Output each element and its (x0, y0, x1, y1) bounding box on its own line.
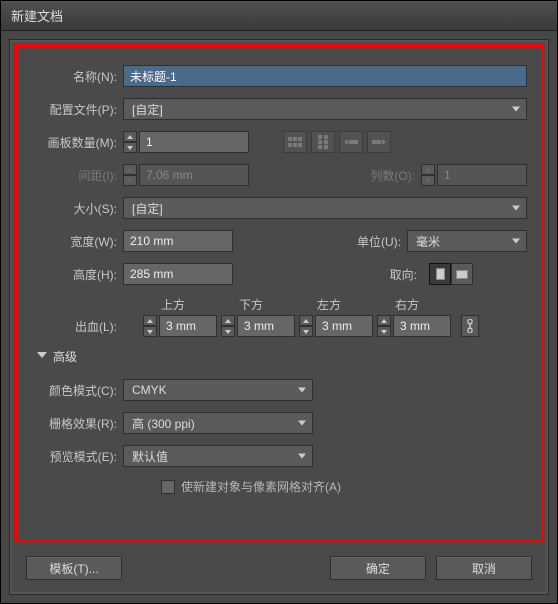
bleed-left-stepper[interactable] (299, 315, 313, 337)
arrange-grid-row-icon (283, 131, 307, 153)
highlighted-region: 名称(N): 未标题-1 配置文件(P): [自定] 画板数量(M): 1 (14, 44, 544, 542)
bleed-right-stepper[interactable] (377, 315, 391, 337)
new-document-dialog: 新建文档 名称(N): 未标题-1 配置文件(P): [自定] 画板数量(M): (0, 0, 558, 604)
cols-label: 列数(O): (351, 167, 421, 184)
bleed-bottom-input[interactable]: 3 mm (237, 315, 295, 337)
bleed-top-input[interactable]: 3 mm (159, 315, 217, 337)
landscape-icon (456, 270, 468, 279)
ok-button[interactable]: 确定 (330, 556, 426, 580)
spacing-label: 间距(I): (31, 167, 123, 184)
arrange-grid-col-icon (311, 131, 335, 153)
bleed-top-header: 上方 (159, 296, 237, 313)
artboard-count-input[interactable]: 1 (139, 131, 249, 153)
preview-dropdown[interactable]: 默认值 (123, 445, 313, 467)
bleed-top-stepper[interactable] (143, 315, 157, 337)
width-label: 宽度(W): (31, 233, 123, 250)
window-title: 新建文档 (11, 9, 63, 24)
bleed-link-button[interactable] (461, 315, 479, 337)
bleed-left-input[interactable]: 3 mm (315, 315, 373, 337)
bleed-right-header: 右方 (393, 296, 471, 313)
advanced-title: 高级 (53, 348, 77, 365)
artboard-count-stepper[interactable] (123, 131, 137, 153)
advanced-section-toggle[interactable]: 高级 (31, 348, 527, 365)
dialog-footer: 模板(T)... 确定 取消 (10, 546, 548, 594)
titlebar: 新建文档 (1, 1, 557, 31)
templates-button[interactable]: 模板(T)... (26, 556, 122, 580)
cancel-button[interactable]: 取消 (436, 556, 532, 580)
units-label: 单位(U): (337, 233, 407, 250)
preview-label: 预览模式(E): (31, 448, 123, 465)
orient-landscape-button[interactable] (451, 263, 473, 285)
bleed-label: 出血(L): (31, 318, 123, 335)
spacing-stepper (123, 164, 137, 186)
size-dropdown[interactable]: [自定] (123, 197, 527, 219)
orient-label: 取向: (373, 266, 423, 283)
dialog-body: 名称(N): 未标题-1 配置文件(P): [自定] 画板数量(M): 1 (9, 39, 549, 595)
profile-dropdown[interactable]: [自定] (123, 98, 527, 120)
spacing-input: 7.06 mm (139, 164, 249, 186)
bleed-bottom-stepper[interactable] (221, 315, 235, 337)
arrange-row-ltr-icon (367, 131, 391, 153)
orient-portrait-button[interactable] (429, 263, 451, 285)
artboard-count-label: 画板数量(M): (31, 134, 123, 151)
name-input[interactable]: 未标题-1 (123, 65, 527, 87)
height-label: 高度(H): (31, 266, 123, 283)
bleed-right-input[interactable]: 3 mm (393, 315, 451, 337)
portrait-icon (436, 268, 445, 280)
width-input[interactable]: 210 mm (123, 230, 233, 252)
bleed-left-header: 左方 (315, 296, 393, 313)
profile-label: 配置文件(P): (31, 101, 123, 118)
bleed-bottom-header: 下方 (237, 296, 315, 313)
cols-input: 1 (437, 164, 527, 186)
height-input[interactable]: 285 mm (123, 263, 233, 285)
raster-dropdown[interactable]: 高 (300 ppi) (123, 412, 313, 434)
name-label: 名称(N): (31, 68, 123, 85)
size-label: 大小(S): (31, 200, 123, 217)
align-pixel-label: 使新建对象与像素网格对齐(A) (181, 478, 341, 495)
arrange-row-rtl-icon (339, 131, 363, 153)
chevron-down-icon (37, 352, 47, 362)
align-pixel-checkbox[interactable] (161, 480, 175, 494)
color-mode-label: 颜色模式(C): (31, 382, 123, 399)
units-dropdown[interactable]: 毫米 (407, 230, 527, 252)
cols-stepper (421, 164, 435, 186)
color-mode-dropdown[interactable]: CMYK (123, 379, 313, 401)
raster-label: 栅格效果(R): (31, 415, 123, 432)
